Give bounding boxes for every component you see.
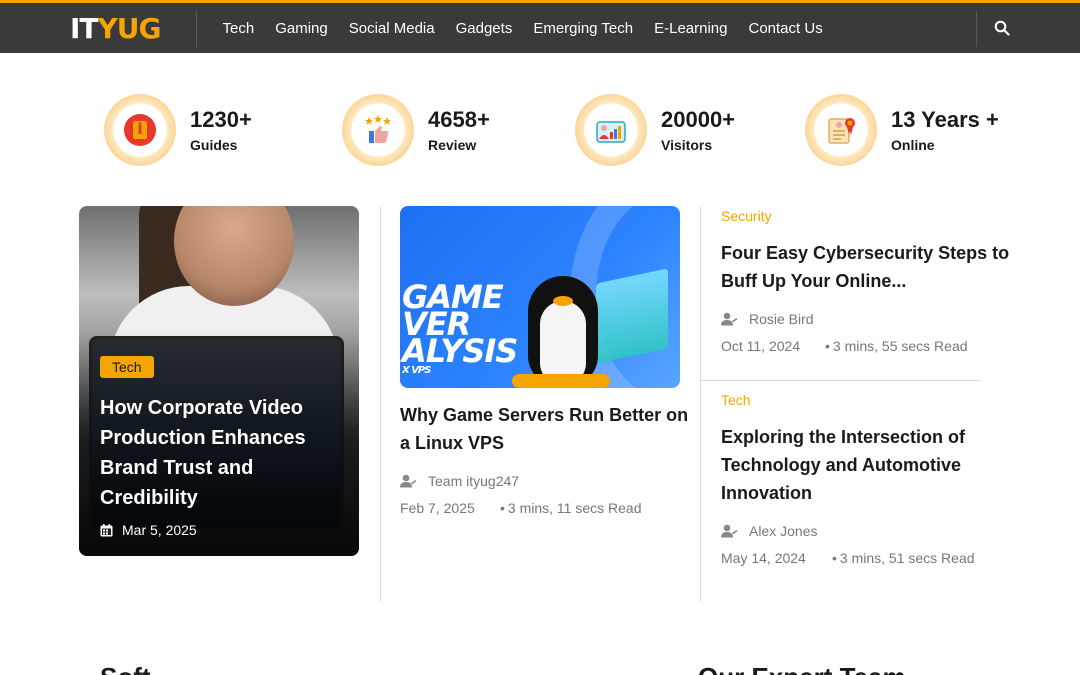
- penguin-feet: [512, 374, 610, 388]
- stat-label: Visitors: [661, 137, 713, 153]
- thumbs-up-stars-icon: [342, 94, 414, 166]
- stat-guides: 1230+ Guides: [104, 94, 252, 166]
- post-author[interactable]: Rosie Bird: [721, 311, 814, 327]
- category-link[interactable]: Security: [721, 208, 772, 224]
- post-date: May 14, 2024: [721, 550, 806, 566]
- post-author[interactable]: Team ityug247: [400, 473, 519, 489]
- server-cubes: [596, 268, 668, 364]
- nav-item-gadgets[interactable]: Gadgets: [456, 20, 513, 37]
- side-post-title[interactable]: Exploring the Intersection of Technology…: [721, 423, 1011, 507]
- featured-post-date: Mar 5, 2025: [100, 522, 197, 538]
- logo-text: ITYUG: [70, 12, 162, 45]
- nav-item-e-learning[interactable]: E-Learning: [654, 20, 727, 37]
- main-nav: Tech Gaming Social Media Gadgets Emergin…: [212, 3, 833, 53]
- user-icon: [400, 474, 417, 488]
- stat-number: 20000+: [661, 107, 736, 132]
- post-divider: [701, 380, 980, 381]
- featured-post-title[interactable]: How Corporate Video Production Enhances …: [100, 393, 340, 513]
- search-icon: [994, 20, 1010, 36]
- post-date: Feb 7, 2025: [400, 500, 475, 516]
- site-logo[interactable]: ITYUG: [70, 13, 168, 45]
- side-post-title[interactable]: Four Easy Cybersecurity Steps to Buff Up…: [721, 239, 1011, 295]
- stat-number: 13 Years +: [891, 107, 999, 132]
- calendar-icon: [100, 523, 113, 536]
- search-button[interactable]: [994, 20, 1012, 38]
- certificate-icon: [805, 94, 877, 166]
- user-icon: [721, 524, 738, 538]
- top-navigation-bar: ITYUG Tech Gaming Social Media Gadgets E…: [0, 0, 1080, 53]
- category-badge[interactable]: Tech: [100, 356, 154, 378]
- thumbnail-text: GAME VER ALYSIS X VPS: [402, 278, 518, 376]
- nav-item-emerging-tech[interactable]: Emerging Tech: [533, 20, 633, 37]
- post-read-time: 3 mins, 55 secs Read: [825, 338, 968, 354]
- search-divider: [976, 11, 977, 47]
- stat-visitors: 20000+ Visitors: [575, 94, 735, 166]
- post-read-time: 3 mins, 11 secs Read: [500, 500, 642, 516]
- stat-number: 1230+: [190, 107, 252, 132]
- analytics-user-icon: [575, 94, 647, 166]
- column-divider: [700, 206, 701, 602]
- stat-online: 13 Years + Online: [805, 94, 999, 166]
- stat-label: Guides: [190, 137, 238, 153]
- penguin-beak: [553, 296, 573, 306]
- header-divider: [196, 11, 197, 47]
- stat-number: 4658+: [428, 107, 490, 132]
- nav-item-gaming[interactable]: Gaming: [275, 20, 328, 37]
- featured-post-card[interactable]: Tech How Corporate Video Production Enha…: [79, 206, 359, 556]
- column-divider: [380, 206, 381, 602]
- post-read-time: 3 mins, 51 secs Read: [832, 550, 975, 566]
- nav-item-social-media[interactable]: Social Media: [349, 20, 435, 37]
- stat-review: 4658+ Review: [342, 94, 490, 166]
- post-thumbnail[interactable]: GAME VER ALYSIS X VPS: [400, 206, 680, 388]
- date-text: Mar 5, 2025: [122, 522, 197, 538]
- category-link[interactable]: Tech: [721, 392, 751, 408]
- book-icon: [104, 94, 176, 166]
- stat-label: Online: [891, 137, 935, 153]
- section-heading-left: Soft: [100, 662, 151, 675]
- stat-label: Review: [428, 137, 477, 153]
- section-heading-right: Our Expert Team: [698, 662, 906, 675]
- post-date: Oct 11, 2024: [721, 338, 801, 354]
- nav-item-contact-us[interactable]: Contact Us: [749, 20, 823, 37]
- nav-item-tech[interactable]: Tech: [223, 20, 255, 37]
- post-title[interactable]: Why Game Servers Run Better on a Linux V…: [400, 401, 690, 457]
- post-author[interactable]: Alex Jones: [721, 523, 817, 539]
- user-icon: [721, 312, 738, 326]
